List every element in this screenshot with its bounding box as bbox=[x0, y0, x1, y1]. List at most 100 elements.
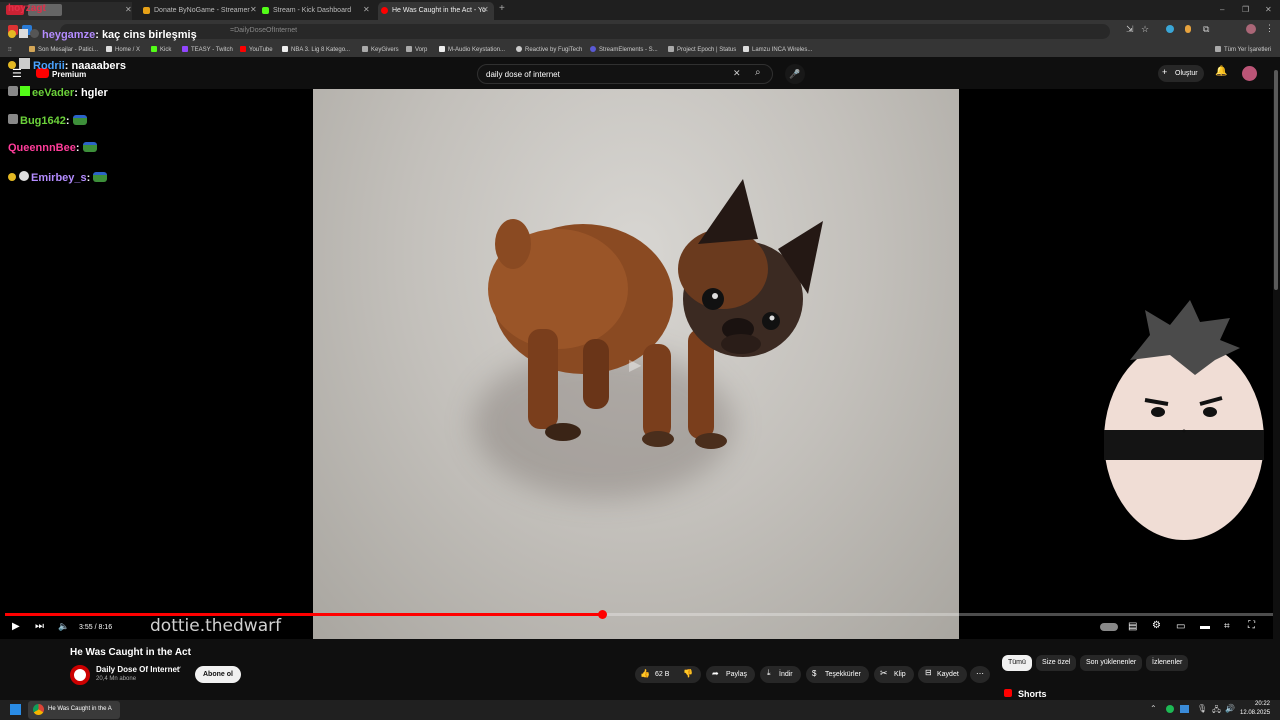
tray-chevron-icon[interactable]: ⌃ bbox=[1150, 704, 1157, 713]
bookmark-9[interactable]: M-Audio Keystation... bbox=[439, 46, 505, 53]
start-button-icon[interactable] bbox=[10, 704, 21, 715]
clear-search-icon[interactable]: ✕ bbox=[733, 68, 741, 79]
avatar-badge-icon bbox=[30, 29, 39, 38]
more-options-icon[interactable]: ⋯ bbox=[970, 666, 990, 683]
bookmark-1[interactable]: Son Mesajlar - Patici... bbox=[29, 46, 98, 53]
bookmark-label: Project Epoch | Status bbox=[677, 47, 737, 53]
save-label: Kaydet bbox=[937, 671, 959, 678]
progress-scrubber[interactable] bbox=[597, 610, 607, 619]
play-icon[interactable]: ▶ bbox=[12, 622, 20, 632]
like-icon[interactable]: 👍 bbox=[640, 669, 650, 678]
play-overlay-icon[interactable]: ▶ bbox=[629, 355, 641, 375]
bookmark-3[interactable]: Kick bbox=[151, 46, 171, 53]
extension-icon[interactable] bbox=[1166, 25, 1174, 33]
chip-recent[interactable]: Son yüklenenler bbox=[1080, 655, 1143, 671]
subscribe-button[interactable]: Abone ol bbox=[195, 666, 241, 683]
chat-username: hoyzagt bbox=[8, 3, 46, 14]
apps-icon[interactable]: ⁝⁝ bbox=[8, 46, 12, 53]
autoplay-toggle[interactable] bbox=[1100, 623, 1118, 631]
chat-username: Rodrii bbox=[33, 60, 65, 72]
clock-date[interactable]: 12.08.2025 bbox=[1240, 710, 1270, 716]
browser-tab-4[interactable]: He Was Caught in the Act - Yo bbox=[378, 2, 494, 20]
chat-username: Bug1642 bbox=[20, 115, 66, 127]
tab-label: Stream - Kick Dashboard bbox=[273, 7, 352, 14]
shorts-heading: Shorts bbox=[1018, 689, 1047, 699]
bookmark-5[interactable]: YouTube bbox=[240, 46, 273, 53]
frog-emote-icon bbox=[72, 115, 87, 125]
bookmark-label: Son Mesajlar - Patici... bbox=[38, 47, 99, 53]
bookmark-label: Lamzu INCA Wireles... bbox=[752, 47, 813, 53]
page-scrollbar[interactable] bbox=[1273, 60, 1280, 700]
bookmark-7[interactable]: KeyGivers bbox=[362, 46, 399, 53]
volume-icon[interactable]: 🔈 bbox=[58, 622, 69, 631]
new-tab-icon[interactable]: + bbox=[499, 3, 505, 14]
miniplayer-icon[interactable]: ▭ bbox=[1176, 622, 1185, 632]
chip-all[interactable]: Tümü bbox=[1002, 655, 1032, 671]
close-tab-icon[interactable]: ✕ bbox=[482, 5, 489, 14]
plus-icon: + bbox=[1162, 67, 1168, 77]
chip-for-you[interactable]: Size özel bbox=[1036, 655, 1077, 671]
bookmark-4[interactable]: TEASY - Twitch bbox=[182, 46, 233, 53]
close-tab-icon[interactable]: ✕ bbox=[250, 5, 257, 14]
scrollbar-thumb[interactable] bbox=[1274, 70, 1278, 290]
bookmark-10[interactable]: Reactive by FugiTech bbox=[516, 46, 582, 53]
cast-icon[interactable]: ⌗ bbox=[1224, 622, 1230, 632]
menu-icon[interactable]: ⋮ bbox=[1265, 23, 1274, 34]
bookmark-2[interactable]: Home / X bbox=[106, 46, 140, 53]
bookmark-11[interactable]: StreamElements - S... bbox=[590, 46, 658, 53]
url-field[interactable]: =DailyDoseOfInternet bbox=[60, 24, 1110, 39]
fullscreen-icon[interactable]: ⛶ bbox=[1248, 621, 1255, 631]
subscriber-count: 20,4 Mn abone bbox=[96, 676, 137, 682]
speaker-icon[interactable]: 🔊 bbox=[1225, 704, 1235, 713]
channel-avatar[interactable] bbox=[70, 665, 90, 685]
search-input[interactable]: daily dose of internet bbox=[477, 64, 773, 84]
clock-time[interactable]: 20:22 bbox=[1240, 701, 1270, 707]
bookmark-label: KeyGivers bbox=[371, 47, 399, 53]
shorts-icon bbox=[1004, 689, 1012, 697]
theater-mode-icon[interactable]: ▬ bbox=[1200, 622, 1210, 632]
close-tab-icon[interactable]: ✕ bbox=[363, 5, 370, 14]
subtitles-icon[interactable]: ▤ bbox=[1128, 622, 1137, 632]
chrome-icon bbox=[33, 704, 44, 715]
chat-username: heygamze bbox=[42, 29, 96, 41]
mic-tray-icon[interactable]: 🎙 bbox=[1197, 704, 1207, 713]
chat-text: kaç cins birleşmiş bbox=[101, 29, 197, 41]
settings-gear-icon[interactable]: ⚙ bbox=[1152, 621, 1161, 631]
bookmark-label: Vorp bbox=[415, 47, 428, 53]
kick-favicon bbox=[262, 7, 269, 14]
bynogame-favicon bbox=[143, 7, 150, 14]
subscriber-badge-icon bbox=[8, 61, 16, 69]
windows-taskbar: He Was Caught in the A ⌃ 🎙 🖧 🔊 20:22 12.… bbox=[0, 700, 1280, 720]
bookmark-label: Tüm Yer İşaretleri bbox=[1224, 47, 1272, 53]
bookmark-8[interactable]: Vorp bbox=[406, 46, 427, 53]
browser-tab-3[interactable]: Stream - Kick Dashboard bbox=[259, 2, 369, 20]
video-frame[interactable]: ▶ bbox=[313, 89, 959, 639]
star-icon[interactable]: ☆ bbox=[1141, 24, 1149, 35]
browser-tab-2[interactable]: Donate ByNoGame - Streamer bbox=[140, 2, 252, 20]
network-icon[interactable]: 🖧 bbox=[1212, 704, 1221, 718]
bookmark-13[interactable]: Lamzu INCA Wireles... bbox=[743, 46, 812, 53]
tray-app-icon[interactable] bbox=[1180, 705, 1189, 713]
minimize-icon[interactable]: – bbox=[1220, 5, 1224, 14]
restore-icon[interactable]: ❐ bbox=[1242, 5, 1249, 14]
close-window-icon[interactable]: ✕ bbox=[1265, 5, 1272, 14]
channel-name[interactable]: Daily Dose Of Internet bbox=[96, 665, 180, 674]
bookmark-6[interactable]: NBA 3. Lig 8 Katego... bbox=[282, 46, 350, 53]
close-tab-icon[interactable]: ✕ bbox=[125, 5, 132, 14]
notifications-bell-icon[interactable]: 🔔 bbox=[1215, 66, 1227, 77]
chip-watched[interactable]: İzlenenler bbox=[1146, 655, 1189, 671]
profile-avatar[interactable] bbox=[1246, 24, 1256, 34]
next-icon[interactable]: ⏭ bbox=[35, 622, 44, 632]
microphone-icon[interactable]: 🎤 bbox=[785, 64, 805, 84]
chat-text: naaaabers bbox=[71, 60, 126, 72]
youtube-favicon bbox=[381, 7, 388, 14]
search-icon[interactable]: ⌕ bbox=[755, 67, 761, 78]
install-icon[interactable]: ⇲ bbox=[1126, 24, 1134, 35]
bookmark-12[interactable]: Project Epoch | Status bbox=[668, 46, 736, 53]
dislike-icon[interactable]: 👎 bbox=[683, 669, 693, 678]
spotify-tray-icon[interactable] bbox=[1166, 705, 1174, 713]
puzzle-icon[interactable]: ⧉ bbox=[1203, 24, 1209, 35]
all-bookmarks[interactable]: Tüm Yer İşaretleri bbox=[1215, 46, 1271, 53]
extension-icon[interactable] bbox=[1185, 25, 1191, 33]
bookmark-label: Kick bbox=[160, 47, 172, 53]
